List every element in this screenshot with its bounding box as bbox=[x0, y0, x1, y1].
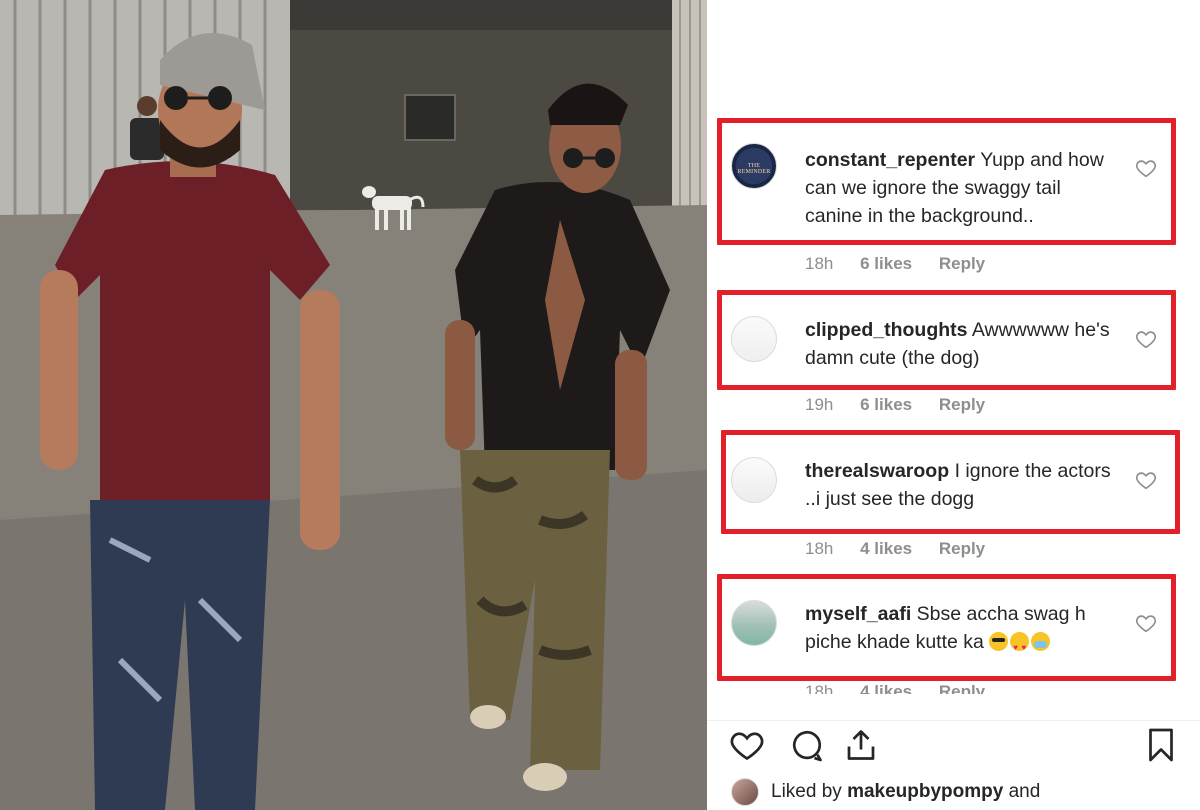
comment-meta: 18h 4 likes Reply bbox=[805, 682, 1007, 694]
emoji-sunglasses-icon bbox=[989, 632, 1009, 651]
comment-time: 18h bbox=[805, 539, 834, 558]
comment-meta: 19h 6 likes Reply bbox=[805, 395, 1007, 415]
reply-button[interactable]: Reply bbox=[939, 682, 985, 694]
post-photo bbox=[0, 0, 707, 810]
comment-text: constant_repenter Yupp and how can we ig… bbox=[805, 146, 1121, 230]
liked-by-text: Liked by makeupbypompy and bbox=[771, 781, 1040, 803]
like-heart-icon[interactable] bbox=[1135, 469, 1157, 491]
reply-button[interactable]: Reply bbox=[939, 539, 985, 558]
reply-button[interactable]: Reply bbox=[939, 395, 985, 414]
emoji-medical-mask-icon bbox=[1031, 632, 1051, 651]
post-photo-illustration bbox=[0, 0, 707, 810]
liker-avatar[interactable] bbox=[731, 778, 759, 806]
comment-icon[interactable] bbox=[789, 727, 825, 763]
comment-time: 18h bbox=[805, 254, 834, 273]
comment-text: myself_aafi Sbse accha swag h piche khad… bbox=[805, 600, 1121, 662]
liked-by-prefix: Liked by bbox=[771, 781, 842, 802]
comment-time: 19h bbox=[805, 395, 834, 414]
liked-by-suffix: and bbox=[1008, 781, 1041, 802]
comment-meta: 18h 6 likes Reply bbox=[805, 254, 1007, 274]
avatar[interactable] bbox=[731, 600, 777, 646]
comment-username[interactable]: constant_repenter bbox=[805, 149, 975, 171]
post-action-bar bbox=[707, 720, 1200, 768]
avatar-logo-text: THE REMINDER bbox=[737, 163, 771, 175]
comment-time: 18h bbox=[805, 682, 834, 694]
avatar[interactable] bbox=[731, 316, 777, 362]
share-icon[interactable] bbox=[843, 727, 879, 763]
comment-likes[interactable]: 4 likes bbox=[860, 539, 912, 558]
bookmark-icon[interactable] bbox=[1143, 727, 1179, 763]
like-heart-icon[interactable] bbox=[1135, 328, 1157, 350]
comment-username[interactable]: therealswaroop bbox=[805, 460, 949, 482]
comment-text: clipped_thoughts Awwwwww he's damn cute … bbox=[805, 316, 1121, 372]
comment-meta: 18h 4 likes Reply bbox=[805, 539, 1007, 559]
emoji-heart-eyes-icon bbox=[1010, 632, 1030, 662]
liked-by-user[interactable]: makeupbypompy bbox=[847, 781, 1003, 802]
comment-username[interactable]: clipped_thoughts bbox=[805, 319, 968, 341]
avatar[interactable]: THE REMINDER bbox=[731, 143, 777, 189]
avatar[interactable] bbox=[731, 457, 777, 503]
comment-likes[interactable]: 6 likes bbox=[860, 395, 912, 414]
comments-panel: THE REMINDER constant_repenter Yupp and … bbox=[707, 0, 1200, 810]
like-heart-icon[interactable] bbox=[1135, 612, 1157, 634]
heart-icon[interactable] bbox=[729, 727, 765, 763]
comment-likes[interactable]: 6 likes bbox=[860, 254, 912, 273]
reply-button[interactable]: Reply bbox=[939, 254, 985, 273]
comment-text: therealswaroop I ignore the actors ..i j… bbox=[805, 457, 1121, 513]
comment-username[interactable]: myself_aafi bbox=[805, 603, 911, 625]
like-heart-icon[interactable] bbox=[1135, 157, 1157, 179]
comment-likes[interactable]: 4 likes bbox=[860, 682, 912, 694]
